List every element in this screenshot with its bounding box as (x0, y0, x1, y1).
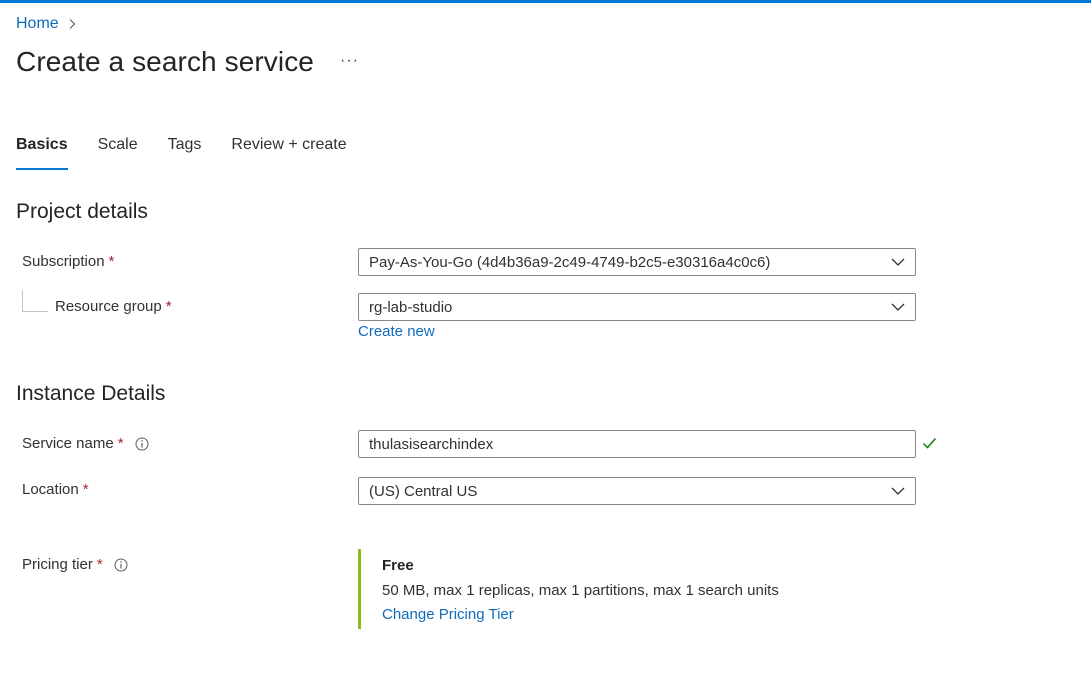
required-marker: * (165, 298, 172, 315)
pricing-tier-label: Pricing tier * (22, 556, 128, 573)
location-label-text: Location (22, 481, 79, 498)
more-options-button[interactable]: ··· (340, 52, 359, 70)
chevron-down-icon (891, 258, 905, 266)
service-name-label: Service name * (22, 435, 149, 452)
tab-tags[interactable]: Tags (168, 136, 202, 170)
check-icon (922, 437, 937, 449)
pricing-tier-summary: Free 50 MB, max 1 replicas, max 1 partit… (358, 549, 918, 629)
tab-bar: Basics Scale Tags Review + create (16, 136, 377, 170)
chevron-down-icon (891, 303, 905, 311)
section-title-project-details: Project details (16, 200, 148, 223)
location-value: (US) Central US (369, 482, 478, 500)
required-marker: * (82, 481, 89, 498)
info-icon[interactable] (135, 437, 149, 451)
tree-connector (22, 290, 48, 312)
tab-review-create[interactable]: Review + create (231, 136, 346, 170)
pricing-tier-label-text: Pricing tier (22, 556, 93, 573)
service-name-input[interactable]: thulasisearchindex (358, 430, 916, 458)
chevron-down-icon (891, 487, 905, 495)
location-select[interactable]: (US) Central US (358, 477, 916, 505)
required-marker: * (117, 435, 124, 452)
pricing-tier-description: 50 MB, max 1 replicas, max 1 partitions,… (382, 582, 779, 599)
resource-group-value: rg-lab-studio (369, 298, 453, 316)
breadcrumb-home-link[interactable]: Home (16, 15, 59, 33)
resource-group-select[interactable]: rg-lab-studio (358, 293, 916, 321)
create-new-resource-group-link[interactable]: Create new (358, 323, 435, 340)
resource-group-label-text: Resource group (55, 298, 162, 315)
location-label: Location * (22, 481, 89, 498)
change-pricing-tier-link[interactable]: Change Pricing Tier (382, 606, 514, 623)
page-title: Create a search service (16, 46, 314, 77)
required-marker: * (108, 253, 115, 270)
section-title-instance-details: Instance Details (16, 382, 166, 405)
subscription-value: Pay-As-You-Go (4d4b36a9-2c49-4749-b2c5-e… (369, 253, 771, 271)
top-accent-bar (0, 0, 1091, 3)
service-name-value: thulasisearchindex (369, 435, 494, 453)
subscription-select[interactable]: Pay-As-You-Go (4d4b36a9-2c49-4749-b2c5-e… (358, 248, 916, 276)
info-icon[interactable] (114, 558, 128, 572)
required-marker: * (96, 556, 103, 573)
chevron-right-icon (68, 18, 77, 30)
tab-scale[interactable]: Scale (98, 136, 138, 170)
pricing-tier-name: Free (382, 557, 414, 574)
service-name-label-text: Service name (22, 435, 114, 452)
resource-group-label: Resource group * (55, 298, 172, 315)
breadcrumb: Home (16, 15, 77, 33)
subscription-label: Subscription * (22, 253, 114, 270)
subscription-label-text: Subscription (22, 253, 105, 270)
tab-basics[interactable]: Basics (16, 136, 68, 170)
